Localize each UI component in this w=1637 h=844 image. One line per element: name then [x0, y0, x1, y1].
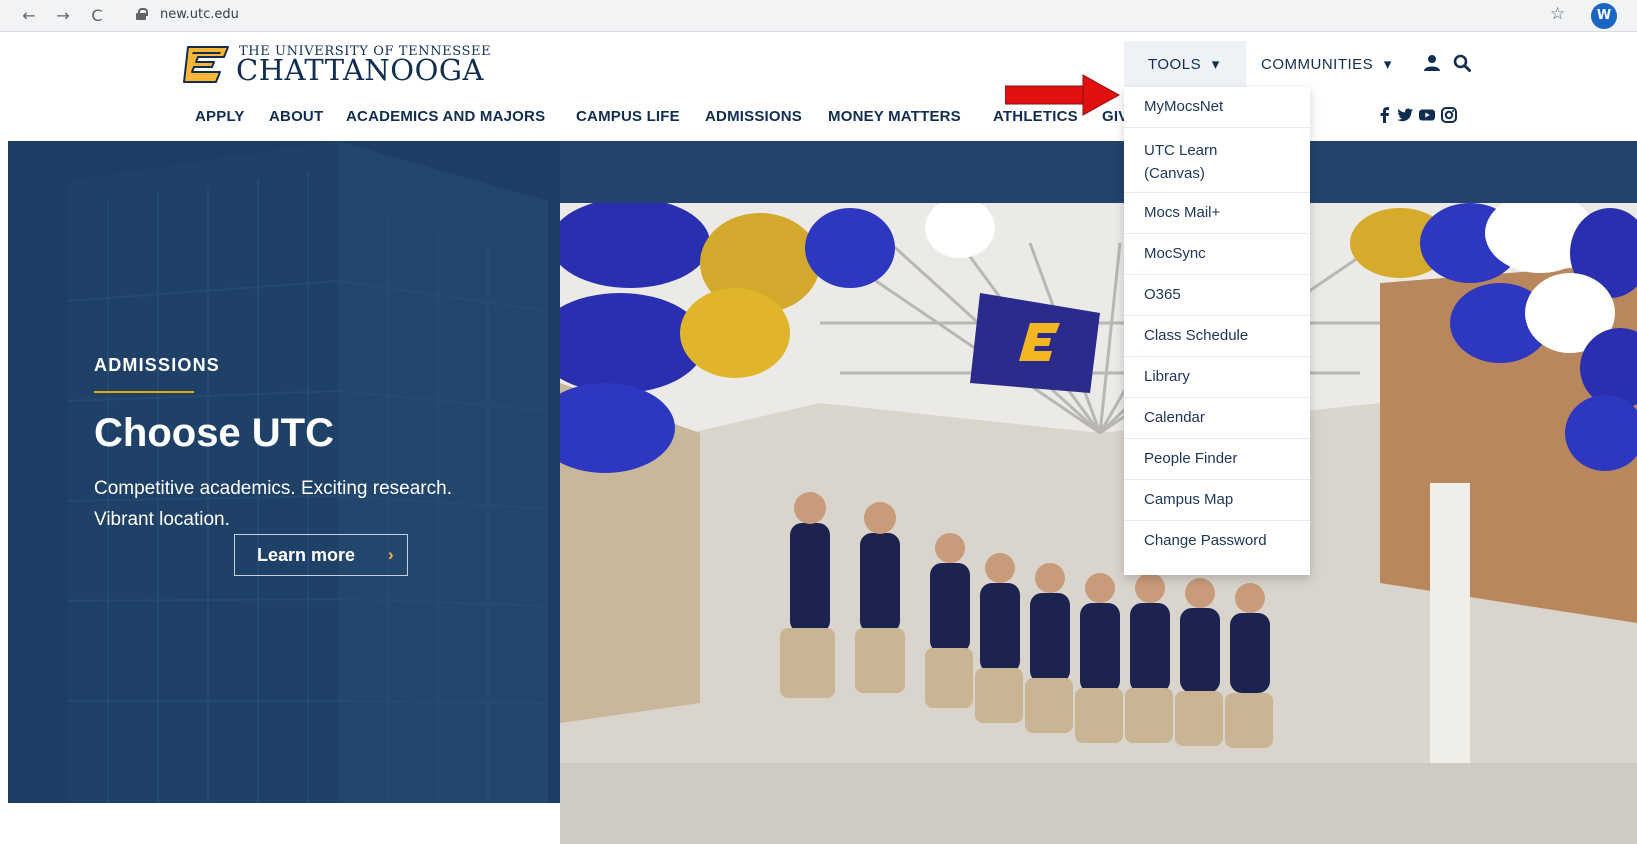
nav-apply[interactable]: APPLY — [195, 108, 245, 125]
communities-menu-toggle[interactable]: COMMUNITIES ▾ — [1261, 55, 1392, 73]
nav-campus-life[interactable]: CAMPUS LIFE — [576, 108, 680, 125]
site-header: THE UNIVERSITY OF TENNESSEE CHATTANOOGA … — [8, 33, 1637, 141]
search-icon[interactable] — [1453, 54, 1471, 72]
tools-dropdown-menu: MyMocsNet UTC Learn (Canvas) Mocs Mail+ … — [1124, 87, 1310, 575]
menu-item-change-password[interactable]: Change Password — [1124, 521, 1310, 575]
menu-item-o365[interactable]: O365 — [1124, 275, 1310, 316]
back-button[interactable]: ← — [18, 5, 40, 27]
address-bar[interactable]: new.utc.edu — [130, 4, 1510, 28]
lock-icon — [136, 8, 148, 20]
menu-item-calendar[interactable]: Calendar — [1124, 398, 1310, 439]
hero-photo — [560, 203, 1637, 844]
user-icon[interactable] — [1423, 54, 1441, 72]
red-arrow-annotation-icon — [1005, 74, 1120, 116]
logo-chattanooga-text[interactable]: CHATTANOOGA — [236, 53, 484, 87]
menu-item-utc-learn[interactable]: UTC Learn (Canvas) — [1124, 128, 1310, 193]
browser-toolbar: ← → C new.utc.edu ☆ W — [0, 0, 1637, 32]
nav-about[interactable]: ABOUT — [269, 108, 323, 125]
menu-item-mocsync[interactable]: MocSync — [1124, 234, 1310, 275]
chevron-right-icon: › — [388, 545, 394, 564]
chevron-down-icon: ▾ — [1211, 56, 1220, 73]
nav-academics-and-majors[interactable]: ACADEMICS AND MAJORS — [346, 108, 545, 125]
tools-menu-toggle[interactable]: TOOLS ▾ — [1148, 55, 1220, 73]
eyebrow-divider — [94, 391, 194, 393]
menu-item-mymocsnet[interactable]: MyMocsNet — [1124, 87, 1310, 128]
hero-description: Competitive academics. Exciting research… — [94, 478, 452, 530]
menu-item-class-schedule[interactable]: Class Schedule — [1124, 316, 1310, 357]
communities-label: COMMUNITIES — [1261, 56, 1374, 73]
learn-more-button[interactable]: Learn more › — [234, 534, 408, 576]
instagram-icon[interactable] — [1440, 106, 1458, 124]
menu-item-people-finder[interactable]: People Finder — [1124, 439, 1310, 480]
hero-eyebrow: ADMISSIONS — [94, 355, 221, 375]
hero-banner: ADMISSIONS Choose UTC Competitive academ… — [8, 141, 1637, 844]
hero-title: Choose UTC — [94, 411, 334, 455]
hero-text-panel: ADMISSIONS Choose UTC Competitive academ… — [8, 141, 560, 803]
forward-button[interactable]: → — [52, 5, 74, 27]
nav-money-matters[interactable]: MONEY MATTERS — [828, 108, 961, 125]
facebook-icon[interactable] — [1376, 106, 1394, 124]
reload-button[interactable]: C — [86, 5, 108, 27]
url-text: new.utc.edu — [160, 7, 239, 22]
learn-more-label: Learn more — [257, 545, 356, 565]
menu-item-campus-map[interactable]: Campus Map — [1124, 480, 1310, 521]
utc-logo-icon[interactable] — [180, 45, 230, 83]
bookmark-star-icon[interactable]: ☆ — [1550, 4, 1565, 24]
tools-label: TOOLS — [1148, 56, 1202, 73]
nav-admissions[interactable]: ADMISSIONS — [705, 108, 802, 125]
youtube-icon[interactable] — [1418, 106, 1436, 124]
menu-item-mocs-mail[interactable]: Mocs Mail+ — [1124, 193, 1310, 234]
profile-avatar[interactable]: W — [1591, 3, 1617, 29]
twitter-icon[interactable] — [1396, 106, 1414, 124]
browser-window: ← → C new.utc.edu ☆ W THE UNIVERSITY OF … — [0, 0, 1637, 844]
campus-celebration-photo — [560, 203, 1637, 844]
menu-item-library[interactable]: Library — [1124, 357, 1310, 398]
content-strip — [8, 803, 560, 844]
building-background-graphic — [8, 141, 560, 803]
chevron-down-icon: ▾ — [1383, 56, 1392, 73]
